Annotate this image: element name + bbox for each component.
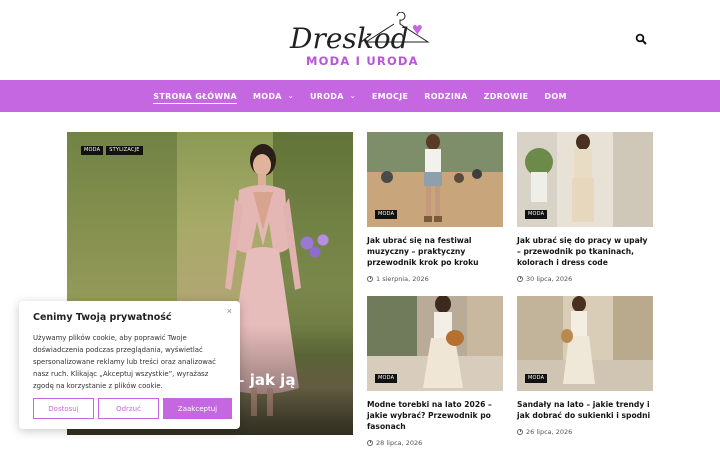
article-date: 28 lipca, 2026	[367, 439, 503, 447]
chevron-down-icon: ⌄	[349, 92, 356, 100]
logo-wordmark: Dreskod	[290, 22, 409, 55]
chevron-down-icon: ⌄	[287, 92, 294, 100]
nav-item-rodzina[interactable]: RODZINA	[416, 80, 475, 112]
page: Dreskod ♥ MODA I URODA STRONA GŁÓWNA MOD…	[0, 0, 720, 450]
nav-item-home[interactable]: STRONA GŁÓWNA	[145, 80, 245, 112]
nav-item-zdrowie[interactable]: ZDROWIE	[476, 80, 537, 112]
article-thumbnail[interactable]: MODA	[517, 296, 653, 391]
article-title[interactable]: Jak ubrać się do pracy w upały – przewod…	[517, 235, 653, 268]
search-icon	[635, 33, 647, 45]
article-date-text: 26 lipca, 2026	[526, 428, 573, 436]
nav-item-dom[interactable]: DOM	[536, 80, 574, 112]
main-nav: STRONA GŁÓWNA MODA ⌄ URODA ⌄ EMOCJE RODZIN…	[0, 80, 720, 112]
article-card: MODA Jak ubrać się na festiwal muzyczny …	[367, 132, 503, 283]
cookie-buttons: Dostosuj Odrzuć Zaakceptuj	[33, 398, 232, 419]
article-title[interactable]: Modne torebki na lato 2026 – jakie wybra…	[367, 399, 503, 432]
search-button[interactable]	[633, 31, 649, 47]
nav-item-label: URODA	[309, 91, 344, 101]
close-icon[interactable]: ×	[227, 306, 232, 316]
cookie-description: Używamy plików cookie, aby poprawić Twoj…	[33, 334, 216, 390]
site-header: Dreskod ♥ MODA I URODA	[0, 0, 720, 80]
cookie-consent-dialog: × Cenimy Twoją prywatność Używamy plików…	[19, 301, 240, 429]
nav-item-uroda[interactable]: URODA ⌄	[302, 80, 364, 112]
nav-item-label: DOM	[544, 91, 567, 101]
nav-item-label: MODA	[252, 91, 282, 101]
clock-icon	[517, 276, 523, 282]
clock-icon	[517, 429, 523, 435]
reject-button[interactable]: Odrzuć	[98, 398, 159, 419]
article-date-text: 30 lipca, 2026	[526, 275, 573, 283]
article-title[interactable]: Jak ubrać się na festiwal muzyczny – pra…	[367, 235, 503, 268]
category-tag[interactable]: MODA	[81, 146, 104, 155]
article-thumbnail[interactable]: MODA	[367, 296, 503, 391]
nav-item-moda[interactable]: MODA ⌄	[245, 80, 302, 112]
category-tag[interactable]: MODA	[525, 210, 548, 219]
hero-title[interactable]: – jak ją	[237, 371, 295, 389]
nav-item-label: EMOCJE	[371, 91, 409, 101]
heart-icon: ♥	[412, 19, 423, 39]
category-tag[interactable]: MODA	[375, 374, 398, 383]
clock-icon	[367, 440, 373, 446]
article-date: 1 sierpnia, 2026	[367, 275, 503, 283]
nav-item-label: RODZINA	[424, 91, 468, 101]
accept-button[interactable]: Zaakceptuj	[163, 398, 232, 419]
article-thumbnail[interactable]: MODA	[367, 132, 503, 227]
article-thumbnail[interactable]: MODA	[517, 132, 653, 227]
article-card: MODA Modne torebki na lato 2026 – jakie …	[367, 296, 503, 447]
article-date-text: 1 sierpnia, 2026	[376, 275, 429, 283]
article-card: MODA Sandały na lato – jakie trendy i ja…	[517, 296, 653, 436]
category-tag[interactable]: MODA	[525, 374, 548, 383]
category-tag[interactable]: MODA	[375, 210, 398, 219]
customize-button[interactable]: Dostosuj	[33, 398, 94, 419]
logo-subtitle: MODA I URODA	[306, 54, 419, 68]
clock-icon	[367, 276, 373, 282]
article-date-text: 28 lipca, 2026	[376, 439, 423, 447]
article-title[interactable]: Sandały na lato – jakie trendy i jak dob…	[517, 399, 653, 421]
hero-tags: MODA STYLIZACJE	[81, 146, 143, 155]
article-date: 30 lipca, 2026	[517, 275, 653, 283]
article-card: MODA Jak ubrać się do pracy w upały – pr…	[517, 132, 653, 283]
site-logo[interactable]: Dreskod ♥ MODA I URODA	[284, 10, 440, 70]
nav-item-emocje[interactable]: EMOCJE	[364, 80, 416, 112]
nav-item-label: ZDROWIE	[483, 91, 529, 101]
cookie-title: Cenimy Twoją prywatność	[33, 312, 172, 323]
article-date: 26 lipca, 2026	[517, 428, 653, 436]
category-tag[interactable]: STYLIZACJE	[106, 146, 143, 155]
nav-item-label: STRONA GŁÓWNA	[153, 91, 237, 101]
